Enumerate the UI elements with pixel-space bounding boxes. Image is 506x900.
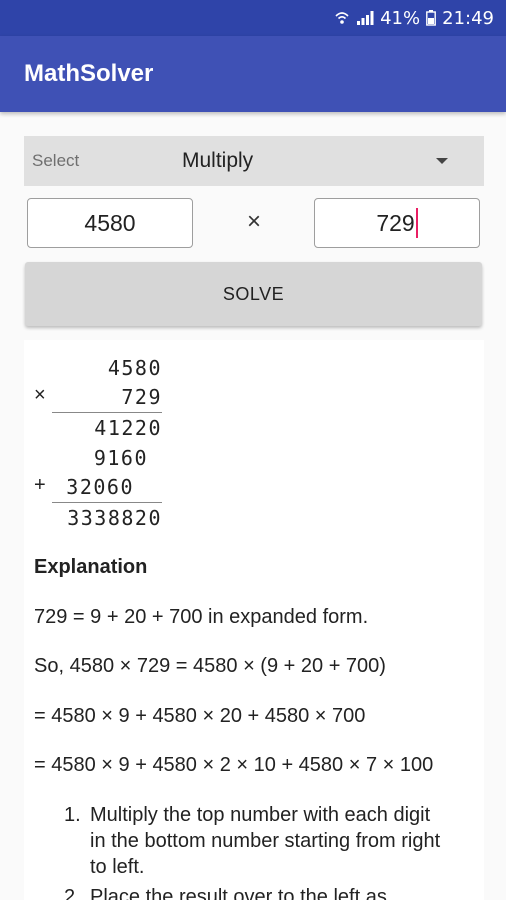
sum-divider — [52, 502, 162, 503]
wifi-icon — [334, 10, 350, 26]
first-number-value: 4580 — [84, 209, 136, 236]
operator-sign: × — [246, 208, 261, 235]
steps-list: 1. Multiply the top number with each dig… — [64, 802, 444, 900]
step-item: 2. Place the result over to the left as — [64, 884, 444, 900]
partial-product: 32060 — [66, 475, 134, 499]
plus-symbol: + — [34, 474, 46, 496]
partial-row: 41220 — [52, 414, 162, 442]
solve-button[interactable]: SOLVE — [25, 262, 482, 326]
multiplicand-row: 4580 — [52, 354, 162, 382]
clock: 21:49 — [442, 7, 494, 29]
battery-percent: 41% — [380, 7, 421, 29]
step-text: Place the result over to the left as — [90, 886, 387, 900]
step-number: 1. — [64, 804, 81, 826]
status-bar: 41% 21:49 — [0, 0, 506, 36]
signal-icon — [356, 10, 374, 26]
select-label: Select — [32, 151, 80, 170]
partial-row: 32060 — [52, 473, 134, 501]
operation-select[interactable]: Select Multiply — [24, 136, 484, 186]
first-number-input[interactable]: 4580 — [27, 198, 193, 248]
partial-product: 41220 — [94, 416, 162, 440]
multiplier-divider — [52, 412, 162, 413]
multiplier: 729 — [121, 385, 162, 409]
step-text: Multiply the top number with each digit … — [90, 804, 441, 878]
step-number: 2. — [64, 886, 81, 900]
result-row: 3338820 — [52, 504, 162, 532]
multiplicand: 4580 — [107, 356, 162, 380]
multiply-symbol: × — [34, 384, 46, 406]
partial-product: 9160 — [93, 446, 148, 470]
explanation-line: = 4580 × 9 + 4580 × 2 × 10 + 4580 × 7 × … — [34, 754, 434, 776]
second-number-input[interactable]: 729 — [314, 198, 480, 248]
explanation-line: = 4580 × 9 + 4580 × 20 + 4580 × 700 — [34, 705, 366, 727]
partial-row: 9160 — [52, 444, 148, 472]
text-caret — [415, 208, 418, 238]
multiplier-row: 729 — [52, 383, 162, 411]
explanation-line: 729 = 9 + 20 + 700 in expanded form. — [34, 606, 369, 628]
result-card: 4580 × 729 41220 9160 + 32060 3338820 Ex… — [24, 340, 484, 900]
explanation-line: So, 4580 × 729 = 4580 × (9 + 20 + 700) — [34, 655, 386, 677]
app-title: MathSolver — [24, 60, 154, 87]
battery-icon — [426, 10, 437, 26]
final-product: 3338820 — [67, 506, 162, 530]
second-number-value: 729 — [376, 209, 415, 236]
dropdown-arrow-icon[interactable] — [436, 158, 448, 164]
step-item: 1. Multiply the top number with each dig… — [64, 802, 444, 880]
explanation-heading: Explanation — [34, 556, 148, 578]
select-value: Multiply — [182, 149, 254, 172]
app-bar: MathSolver — [0, 36, 506, 112]
